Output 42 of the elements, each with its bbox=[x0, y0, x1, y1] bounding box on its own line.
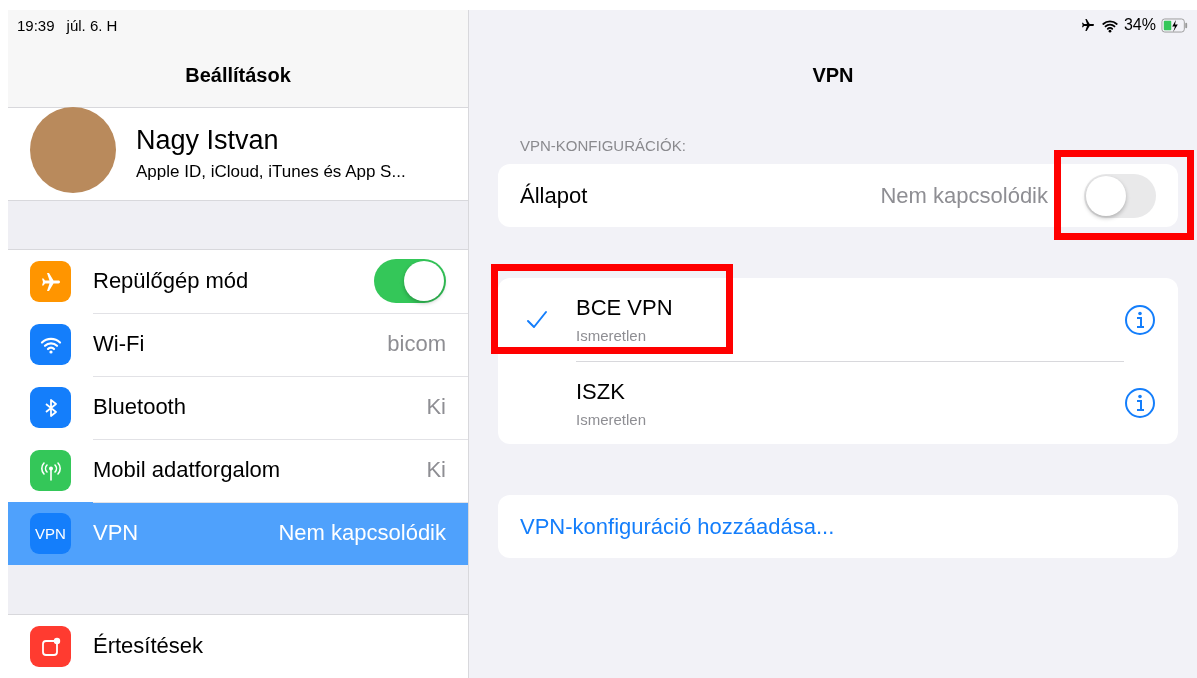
settings-row[interactable]: Mobil adatforgalom Ki bbox=[8, 439, 468, 503]
row-label: Wi-Fi bbox=[93, 331, 145, 358]
battery-percent: 34% bbox=[1123, 16, 1156, 34]
sidebar-title: Beállítások bbox=[184, 63, 292, 87]
info-icon[interactable] bbox=[1124, 386, 1156, 419]
settings-row[interactable]: Repülőgép mód bbox=[8, 250, 468, 314]
row-label: VPN bbox=[93, 520, 139, 547]
profile-subtitle: Apple ID, iCloud, iTunes és App S... bbox=[136, 162, 406, 183]
row-label: Értesítések bbox=[93, 633, 204, 659]
row-label: Bluetooth bbox=[93, 394, 186, 421]
config-status: Ismeretlen bbox=[576, 410, 648, 428]
row-value: Ki bbox=[426, 457, 446, 484]
config-status: Ismeretlen bbox=[576, 327, 648, 344]
status-date: júl. 6. H bbox=[66, 16, 118, 34]
section-header: VPN-KONFIGURÁCIÓK: bbox=[519, 137, 687, 154]
vpn-icon: VPN bbox=[30, 513, 71, 555]
profile-name: Nagy Istvan bbox=[136, 125, 280, 157]
detail-title: VPN bbox=[811, 63, 855, 87]
config-name: ISZK bbox=[576, 378, 626, 405]
settings-row[interactable]: VPN VPN Nem kapcsolódik bbox=[8, 502, 468, 566]
vpn-config-row[interactable]: ISZK Ismeretlen bbox=[498, 361, 1178, 444]
airplane-icon bbox=[1079, 17, 1096, 33]
config-name: BCE VPN bbox=[576, 295, 674, 321]
row-label: Mobil adatforgalom bbox=[93, 457, 281, 484]
settings-row[interactable]: Bluetooth Ki bbox=[8, 376, 468, 440]
toggle-switch[interactable] bbox=[374, 259, 446, 304]
settings-row[interactable]: Wi-Fi bicom bbox=[8, 313, 468, 377]
profile-row[interactable]: Nagy Istvan Apple ID, iCloud, iTunes és App S... bbox=[8, 108, 468, 201]
row-value: bicom bbox=[387, 331, 446, 358]
row-value: Ki bbox=[426, 394, 446, 421]
info-icon[interactable] bbox=[1124, 303, 1156, 336]
battery-icon bbox=[1161, 17, 1189, 33]
status-label: Állapot bbox=[520, 182, 589, 209]
vpn-toggle-switch[interactable] bbox=[1084, 173, 1156, 218]
status-value: Nem kapcsolódik bbox=[880, 182, 1048, 209]
wifi-icon bbox=[1100, 17, 1119, 33]
row-label: Repülőgép mód bbox=[93, 268, 249, 295]
settings-row[interactable]: Értesítések bbox=[8, 615, 468, 678]
vpn-config-row[interactable]: BCE VPN Ismeretlen bbox=[498, 278, 1178, 361]
row-value: Nem kapcsolódik bbox=[278, 520, 446, 547]
add-config-link[interactable]: VPN-konfiguráció hozzáadása... bbox=[520, 513, 835, 540]
status-time: 19:39 bbox=[17, 16, 55, 34]
